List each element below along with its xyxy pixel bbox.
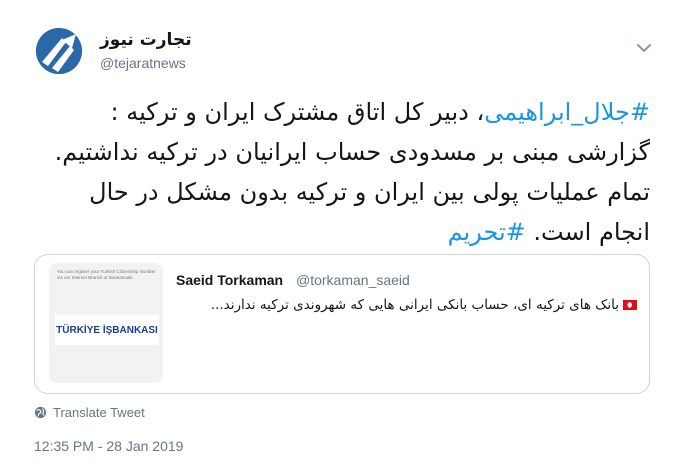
quoted-author-handle[interactable]: @torkaman_saeid	[296, 272, 410, 288]
isbank-logo: TÜRKİYE İŞBANKASI	[55, 315, 159, 345]
chevron-down-icon[interactable]	[634, 38, 654, 58]
globe-icon	[34, 406, 47, 419]
quoted-tweet-thumbnail[interactable]: You can register your Turkish Citizenshi…	[49, 263, 163, 383]
turkey-flag-icon	[623, 300, 637, 310]
quoted-tweet-body: بانک های ترکیه ای، حساب بانکی ایرانی های…	[210, 297, 619, 313]
tejaratnews-logo-icon	[36, 28, 82, 74]
hashtag-link[interactable]: #تحریم	[448, 218, 526, 246]
author-handle[interactable]: @tejaratnews	[100, 55, 186, 71]
translate-tweet-label[interactable]: Translate Tweet	[53, 405, 145, 420]
quoted-tweet-text: بانک های ترکیه ای، حساب بانکی ایرانی های…	[175, 295, 637, 316]
isbank-logo-text: TÜRKİYE İŞBANKASI	[56, 324, 158, 336]
hashtag-link[interactable]: #جلال_ابراهیمی	[484, 98, 650, 126]
author-avatar[interactable]	[36, 28, 82, 74]
author-display-name[interactable]: تجارت نیوز	[100, 30, 192, 50]
tweet-timestamp[interactable]: 12:35 PM - 28 Jan 2019	[34, 438, 183, 454]
quoted-author-name[interactable]: Saeid Torkaman	[176, 272, 283, 288]
translate-tweet-link[interactable]: Translate Tweet	[34, 405, 145, 420]
thumbnail-caption: You can register your Turkish Citizenshi…	[57, 269, 156, 280]
tweet-text: #جلال_ابراهیمی، دبیر کل اتاق مشترک ایران…	[34, 92, 650, 252]
quoted-tweet-card[interactable]: You can register your Turkish Citizenshi…	[34, 254, 650, 394]
